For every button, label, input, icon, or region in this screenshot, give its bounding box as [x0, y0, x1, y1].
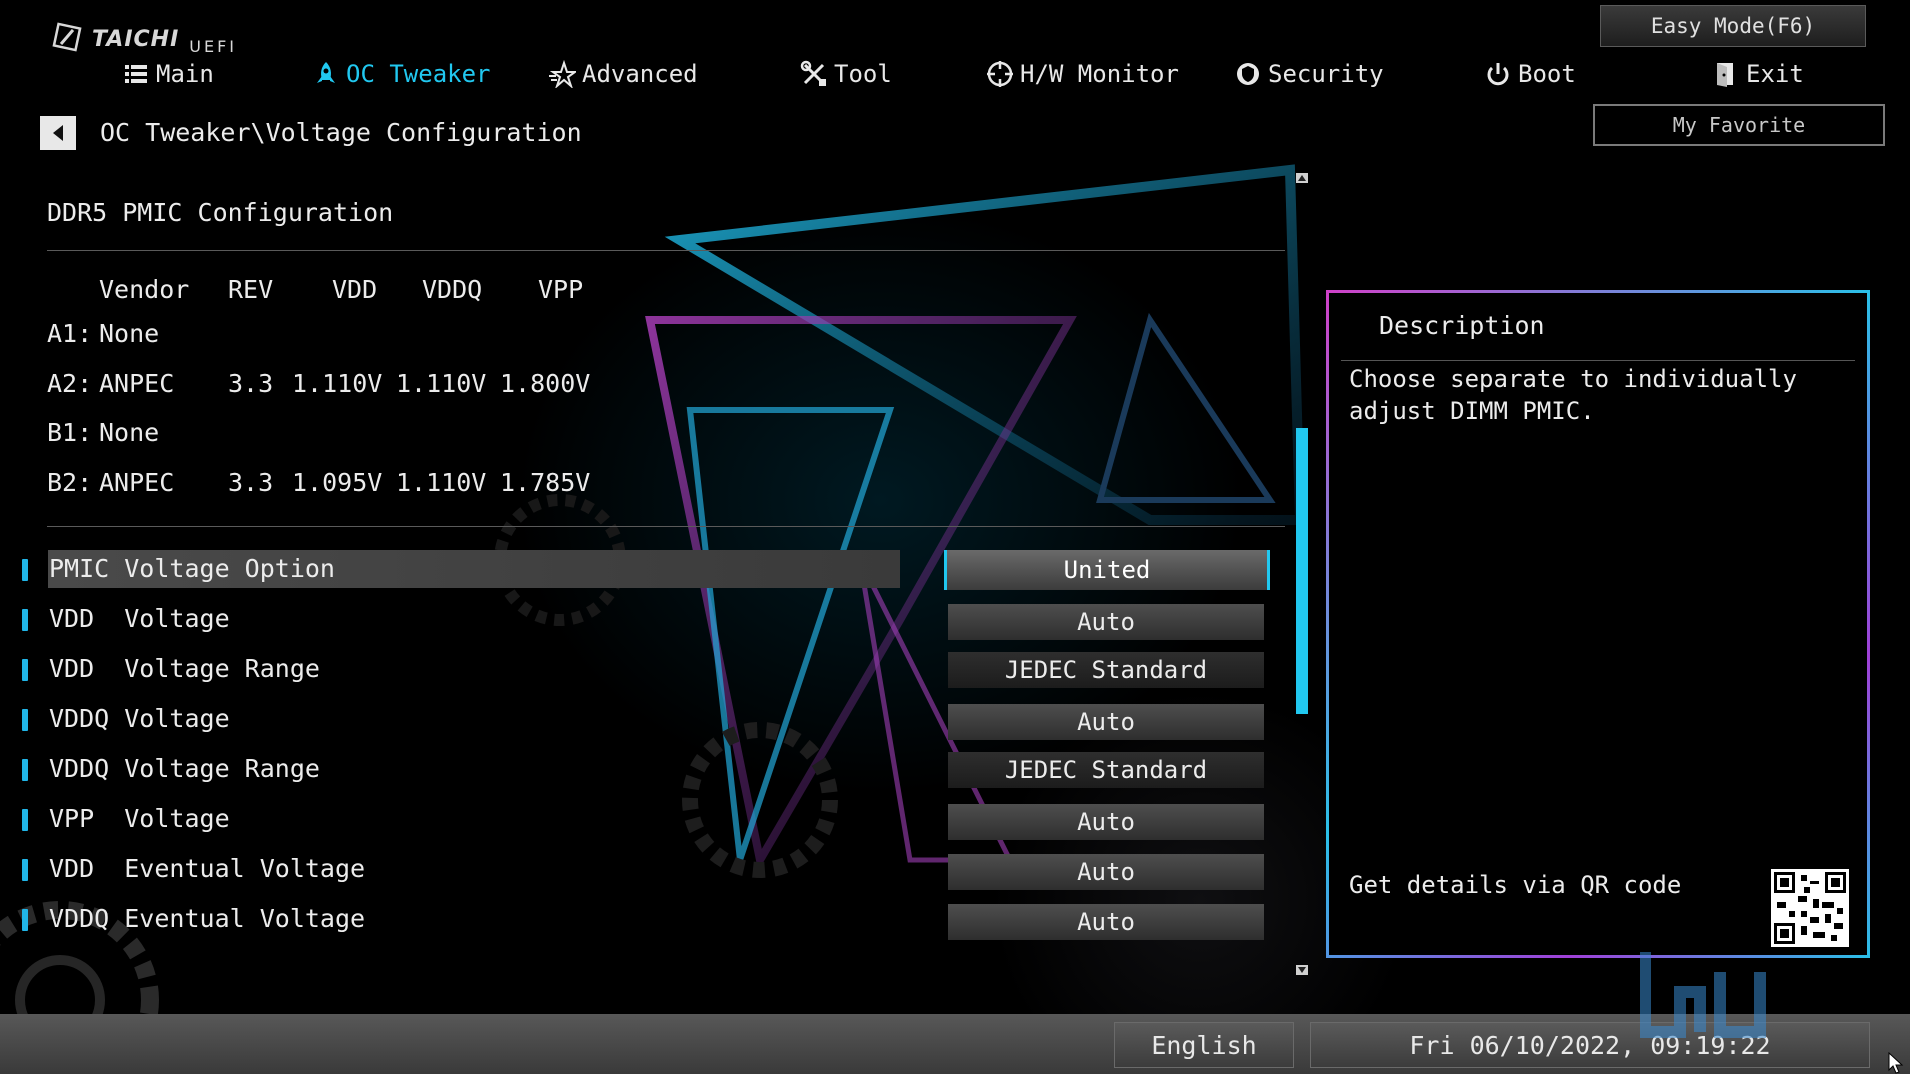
watermark-logo-icon: [1640, 952, 1766, 1038]
back-button[interactable]: [40, 116, 76, 150]
tab-advanced-label: Advanced: [582, 60, 698, 88]
scroll-up-button[interactable]: [1294, 170, 1310, 186]
tab-boot-label: Boot: [1518, 60, 1576, 88]
setting-vpp-voltage[interactable]: VPP Voltage: [48, 800, 900, 838]
tab-security-label: Security: [1268, 60, 1384, 88]
pmic-header-vdd: VDD: [332, 275, 378, 304]
pmic-slot: B2:: [47, 468, 93, 497]
brand-name: TAICHI: [92, 27, 180, 52]
row-marker: [22, 859, 28, 881]
tab-advanced[interactable]: Advanced: [548, 56, 698, 92]
brand-sub: UEFI: [189, 37, 238, 56]
pmic-header-vendor: Vendor: [99, 275, 190, 304]
pmic-vpp: 1.800V: [500, 369, 591, 398]
pmic-vddq: 1.110V: [396, 468, 487, 497]
mouse-cursor-icon: [1888, 1052, 1904, 1074]
setting-vdd-voltage-range[interactable]: VDD Voltage Range: [48, 650, 900, 688]
pmic-vpp: 1.785V: [500, 468, 591, 497]
setting-value-vdd-voltage[interactable]: Auto: [948, 604, 1264, 640]
breadcrumb: OC Tweaker\Voltage Configuration: [100, 118, 582, 147]
tab-main-label: Main: [156, 60, 214, 88]
power-icon: [1487, 63, 1509, 86]
qr-code-icon[interactable]: [1771, 869, 1849, 947]
scroll-down-button[interactable]: [1294, 962, 1310, 978]
setting-value-vdd-eventual-voltage[interactable]: Auto: [948, 854, 1264, 890]
row-marker: [22, 559, 28, 581]
tab-exit-label: Exit: [1746, 60, 1804, 88]
taichi-logo: TAICHI UEFI: [52, 12, 237, 56]
pmic-vendor: None: [99, 418, 160, 447]
tab-boot[interactable]: Boot: [1484, 56, 1576, 92]
setting-pmic-voltage-option[interactable]: PMIC Voltage Option: [48, 550, 900, 588]
setting-value-pmic-voltage-option[interactable]: United: [944, 550, 1270, 590]
tab-main[interactable]: Main: [122, 56, 214, 92]
row-marker: [22, 809, 28, 831]
pmic-vdd: 1.095V: [292, 468, 383, 497]
pmic-slot: A1:: [47, 319, 93, 348]
arrow-down-icon: [1296, 965, 1308, 975]
my-favorite-button[interactable]: My Favorite: [1593, 104, 1885, 146]
description-panel: Description Choose separate to individua…: [1326, 290, 1870, 958]
row-marker: [22, 909, 28, 931]
pmic-vdd: 1.110V: [292, 369, 383, 398]
tab-hw-monitor-label: H/W Monitor: [1020, 60, 1179, 88]
pmic-vddq: 1.110V: [396, 369, 487, 398]
tab-tool[interactable]: Tool: [800, 56, 892, 92]
tab-hw-monitor[interactable]: H/W Monitor: [986, 56, 1179, 92]
language-button[interactable]: English: [1114, 1022, 1294, 1068]
pmic-vendor: None: [99, 319, 160, 348]
taichi-mark-icon: [52, 22, 82, 52]
pmic-header-vpp: VPP: [538, 275, 584, 304]
setting-value-vddq-voltage-range[interactable]: JEDEC Standard: [948, 752, 1264, 788]
description-text: Choose separate to individually adjust D…: [1349, 365, 1797, 425]
pmic-rev: 3.3: [228, 369, 274, 398]
crosshair-icon: [987, 61, 1013, 87]
divider: [47, 526, 1285, 527]
setting-vddq-voltage[interactable]: VDDQ Voltage: [48, 700, 900, 738]
shield-icon: [1237, 63, 1259, 85]
wrench-icon: [800, 60, 826, 86]
row-marker: [22, 609, 28, 631]
description-title: Description: [1379, 311, 1545, 340]
tab-oc-tweaker[interactable]: OC Tweaker: [312, 56, 491, 92]
pmic-slot: B1:: [47, 418, 93, 447]
divider: [47, 250, 1285, 251]
tab-oc-tweaker-label: OC Tweaker: [346, 60, 491, 88]
pmic-vendor: ANPEC: [99, 369, 175, 398]
setting-vddq-voltage-range[interactable]: VDDQ Voltage Range: [48, 750, 900, 788]
easy-mode-button[interactable]: Easy Mode(F6): [1600, 5, 1866, 47]
setting-value-vdd-voltage-range[interactable]: JEDEC Standard: [948, 652, 1264, 688]
pmic-header-vddq: VDDQ: [422, 275, 483, 304]
star-icon: [549, 60, 576, 88]
row-marker: [22, 659, 28, 681]
description-divider: [1341, 360, 1855, 361]
section-title: DDR5 PMIC Configuration: [47, 198, 394, 227]
list-icon: [125, 65, 147, 83]
rocket-icon: [317, 62, 335, 83]
row-marker: [22, 709, 28, 731]
setting-value-vddq-eventual-voltage[interactable]: Auto: [948, 904, 1264, 940]
tab-exit[interactable]: Exit: [1712, 56, 1804, 92]
back-arrow-icon: [53, 125, 63, 141]
pmic-rev: 3.3: [228, 468, 274, 497]
pmic-slot: A2:: [47, 369, 93, 398]
exit-door-icon: [1717, 63, 1733, 87]
pmic-header-rev: REV: [228, 275, 274, 304]
row-marker: [22, 759, 28, 781]
pmic-vendor: ANPEC: [99, 468, 175, 497]
arrow-up-icon: [1296, 173, 1308, 183]
setting-vdd-voltage[interactable]: VDD Voltage: [48, 600, 900, 638]
tab-tool-label: Tool: [834, 60, 892, 88]
setting-vdd-eventual-voltage[interactable]: VDD Eventual Voltage: [48, 850, 900, 888]
setting-value-vpp-voltage[interactable]: Auto: [948, 804, 1264, 840]
setting-value-vddq-voltage[interactable]: Auto: [948, 704, 1264, 740]
scrollbar-thumb[interactable]: [1296, 428, 1308, 714]
qr-code-label: Get details via QR code: [1349, 871, 1682, 899]
tab-security[interactable]: Security: [1234, 56, 1384, 92]
setting-vddq-eventual-voltage[interactable]: VDDQ Eventual Voltage: [48, 900, 900, 938]
